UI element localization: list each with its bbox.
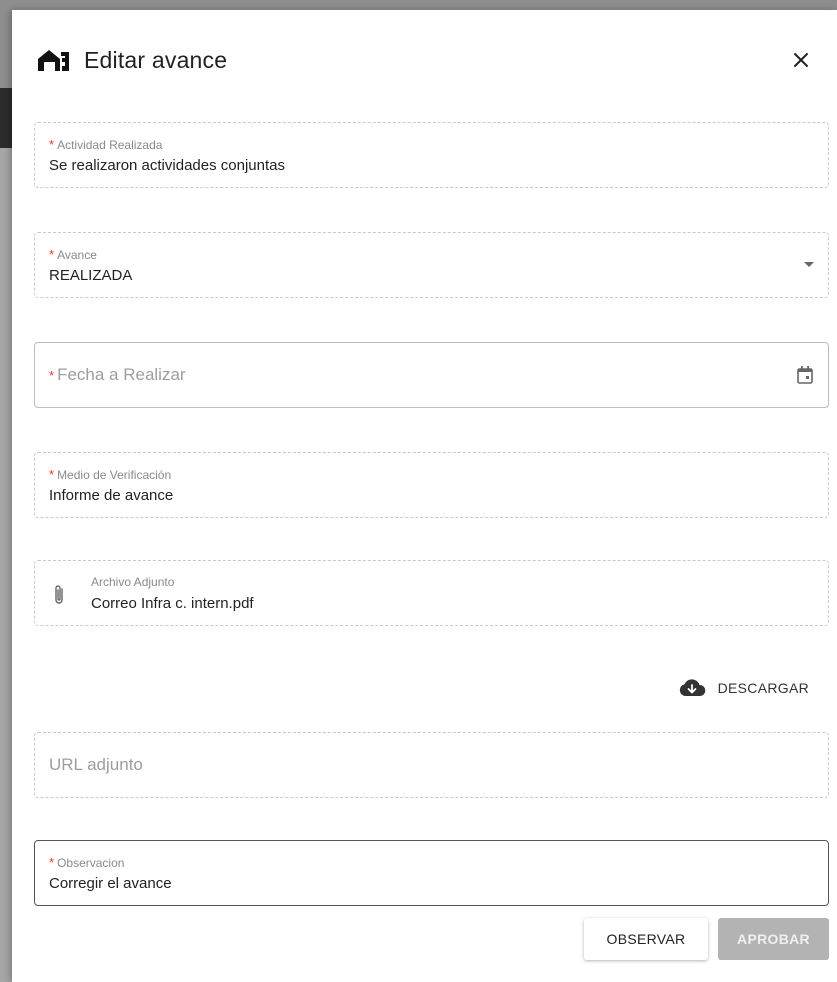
required-marker: * (49, 137, 55, 152)
attachment-filename: Correo Infra c. intern.pdf (91, 595, 254, 612)
required-marker: * (49, 368, 55, 383)
verification-value: Informe de avance (49, 487, 174, 504)
download-label: DESCARGAR (717, 680, 809, 696)
calendar-icon[interactable] (796, 365, 814, 385)
dropdown-arrow-icon[interactable] (804, 262, 814, 268)
progress-label: * Avance (49, 247, 97, 262)
dialog-header: Editar avance (36, 40, 815, 80)
url-input[interactable]: URL adjunto (34, 732, 829, 798)
edit-progress-dialog: Editar avance * Actividad Realizada Se re… (12, 10, 837, 982)
close-icon (794, 53, 808, 67)
required-marker: * (49, 467, 55, 482)
cloud-download-icon (679, 679, 705, 696)
download-button[interactable]: DESCARGAR (678, 678, 809, 698)
date-placeholder: * Fecha a Realizar (49, 365, 186, 384)
activity-label: * Actividad Realizada (49, 137, 163, 152)
dialog-title: Editar avance (84, 46, 228, 73)
url-placeholder: URL adjunto (49, 755, 143, 774)
required-marker: * (49, 247, 55, 262)
date-field[interactable]: * Fecha a Realizar (34, 342, 829, 408)
observation-field[interactable]: * Observacion Corregir el avance (34, 840, 829, 906)
approve-button[interactable]: APROBAR (718, 918, 829, 960)
house-logo-icon (36, 48, 70, 72)
activity-value: Se realizaron actividades conjuntas (49, 157, 285, 174)
close-button[interactable] (787, 46, 815, 74)
paperclip-icon (53, 583, 65, 611)
activity-field[interactable]: * Actividad Realizada Se realizaron activ… (34, 122, 829, 188)
attachment-label: Archivo Adjunto (91, 575, 175, 589)
progress-select[interactable]: * Avance REALIZADA (34, 232, 829, 298)
verification-field[interactable]: * Medio de Verificación Informe de avance (34, 452, 829, 518)
observe-button[interactable]: OBSERVAR (584, 918, 708, 960)
verification-label: * Medio de Verificación (49, 467, 172, 482)
observation-label: * Observacion (49, 855, 125, 870)
observation-value: Corregir el avance (49, 875, 172, 892)
attachment-field[interactable]: Archivo Adjunto Correo Infra c. intern.p… (34, 560, 829, 626)
required-marker: * (49, 855, 55, 870)
progress-value: REALIZADA (49, 267, 133, 284)
